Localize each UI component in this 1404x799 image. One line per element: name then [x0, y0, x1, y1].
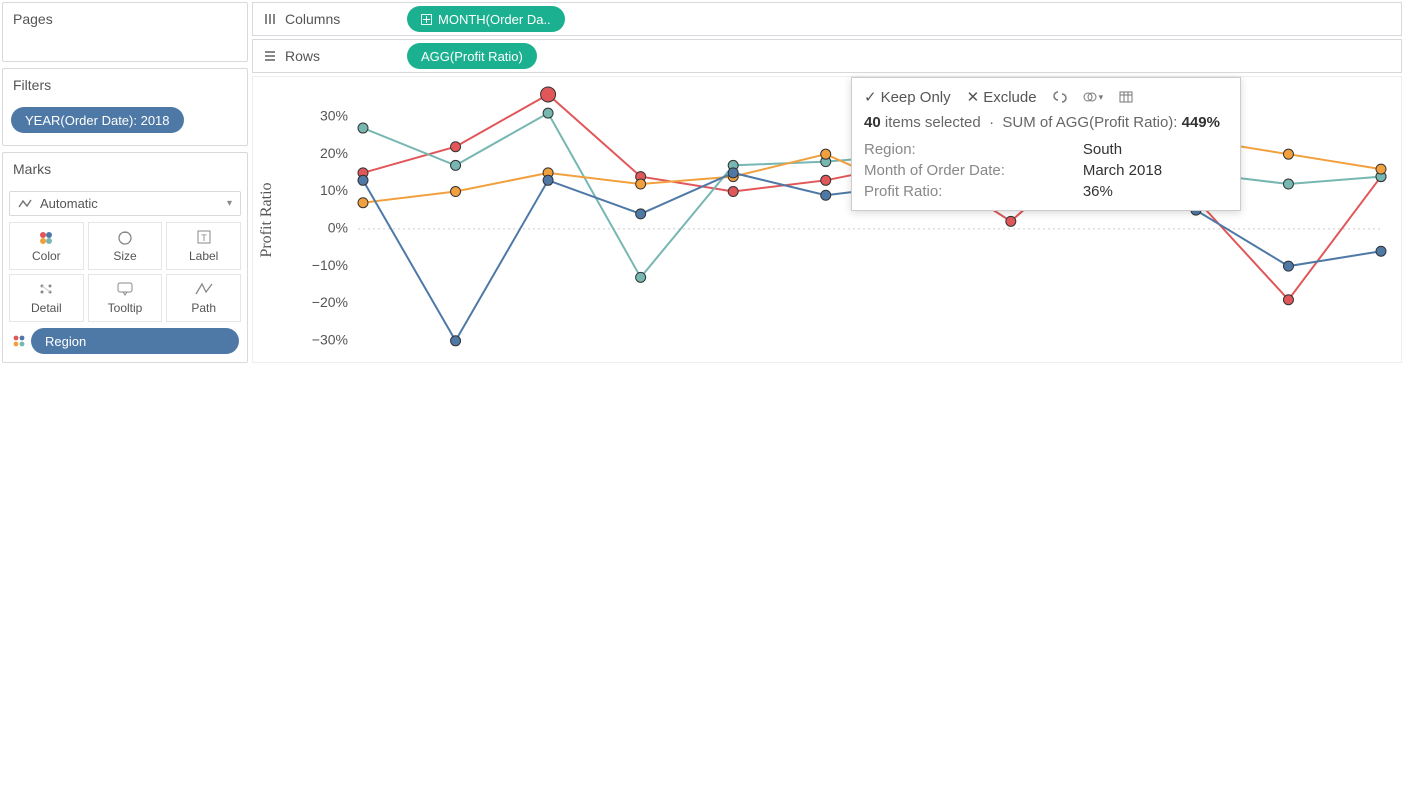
svg-text:−20%: −20% [312, 294, 348, 310]
view-data-icon[interactable] [1119, 90, 1133, 104]
mark-path[interactable]: Path [166, 274, 241, 322]
group-icon[interactable] [1053, 90, 1067, 104]
svg-text:30%: 30% [320, 108, 348, 124]
region-pill[interactable]: Region [31, 328, 239, 354]
svg-text:T: T [201, 233, 207, 243]
check-icon: ✓ [864, 88, 877, 106]
tooltip-icon [115, 281, 135, 297]
tooltip-popup: ✓ Keep Only ✕ Exclude ▾ [851, 77, 1241, 211]
svg-text:10%: 10% [320, 182, 348, 198]
color-legend-icon [11, 333, 27, 349]
path-icon [194, 281, 214, 297]
keep-only-button[interactable]: ✓ Keep Only [864, 88, 951, 106]
tooltip-summary: 40 items selected · SUM of AGG(Profit Ra… [864, 114, 1228, 131]
rows-icon [263, 49, 277, 63]
set-icon[interactable]: ▾ [1083, 90, 1104, 104]
mark-size[interactable]: Size [88, 222, 163, 270]
line-icon [18, 199, 32, 209]
filters-title: Filters [3, 69, 247, 101]
size-icon [115, 229, 135, 245]
tooltip-fields: Region:South Month of Order Date:March 2… [864, 141, 1228, 200]
columns-label: Columns [285, 11, 340, 27]
mark-color[interactable]: Color [9, 222, 84, 270]
mark-type-select[interactable]: Automatic ▾ [9, 191, 241, 216]
label-icon: T [194, 229, 214, 245]
marks-title: Marks [3, 153, 247, 185]
mark-type-label: Automatic [40, 196, 98, 211]
caret-down-icon: ▾ [227, 198, 232, 209]
pages-title: Pages [3, 3, 247, 35]
rows-label: Rows [285, 48, 320, 64]
rows-shelf[interactable]: Rows AGG(Profit Ratio) [252, 39, 1402, 73]
columns-pill[interactable]: MONTH(Order Da.. [407, 6, 565, 32]
exclude-button[interactable]: ✕ Exclude [967, 88, 1037, 106]
svg-text:−10%: −10% [312, 257, 348, 273]
expand-icon [421, 14, 432, 25]
svg-text:−30%: −30% [312, 332, 348, 348]
color-icon [36, 229, 56, 245]
x-icon: ✕ [967, 88, 980, 106]
rows-pill[interactable]: AGG(Profit Ratio) [407, 43, 537, 69]
mark-detail[interactable]: Detail [9, 274, 84, 322]
detail-icon [36, 281, 56, 297]
columns-shelf[interactable]: Columns MONTH(Order Da.. [252, 2, 1402, 36]
mark-label[interactable]: T Label [166, 222, 241, 270]
mark-tooltip[interactable]: Tooltip [88, 274, 163, 322]
pages-panel: Pages [2, 2, 248, 62]
marks-panel: Marks Automatic ▾ Color Size [2, 152, 248, 363]
svg-text:20%: 20% [320, 145, 348, 161]
filters-panel: Filters YEAR(Order Date): 2018 [2, 68, 248, 146]
svg-text:0%: 0% [328, 220, 348, 236]
columns-icon [263, 12, 277, 26]
chart-canvas[interactable]: Profit Ratio −30%−20%−10%0%10%20%30% ✓ K… [252, 76, 1402, 363]
filter-pill-year[interactable]: YEAR(Order Date): 2018 [11, 107, 184, 133]
